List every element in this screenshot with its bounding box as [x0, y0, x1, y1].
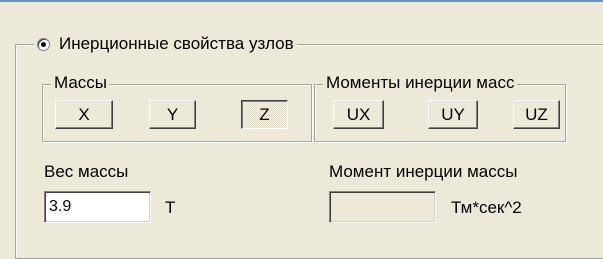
- inertia-properties-label: Инерционные свойства узлов: [59, 34, 294, 53]
- moment-ux-button[interactable]: UX: [333, 100, 384, 129]
- moment-ux-button-label: UX: [346, 104, 371, 124]
- mass-weight-label: Вес массы: [44, 162, 129, 181]
- moment-uy-button-label: UY: [441, 104, 465, 124]
- mass-inertia-label: Момент инерции массы: [329, 162, 518, 181]
- mass-weight-value: 3.9: [49, 198, 72, 215]
- inertia-properties-radio[interactable]: Инерционные свойства узлов: [34, 35, 297, 53]
- mass-inertia-input[interactable]: [329, 191, 436, 223]
- mass-x-button[interactable]: X: [55, 100, 113, 129]
- masses-group-title: Массы: [51, 74, 111, 92]
- moment-uz-button[interactable]: UZ: [513, 100, 560, 129]
- mass-z-button[interactable]: Z: [241, 100, 288, 129]
- mass-inertia-unit: Тм*сек^2: [451, 198, 522, 217]
- mass-weight-unit: Т: [165, 198, 176, 217]
- window-top-border: [0, 0, 603, 2]
- radio-button-icon[interactable]: [37, 37, 50, 51]
- mass-x-button-label: X: [78, 104, 90, 124]
- mass-z-button-label: Z: [259, 104, 270, 124]
- mass-weight-input[interactable]: 3.9: [44, 191, 151, 223]
- moments-group-title: Моменты инерции масс: [323, 74, 518, 92]
- moment-uz-button-label: UZ: [525, 104, 548, 124]
- mass-y-button[interactable]: Y: [149, 100, 196, 129]
- moment-uy-button[interactable]: UY: [428, 100, 478, 129]
- mass-y-button-label: Y: [166, 104, 179, 124]
